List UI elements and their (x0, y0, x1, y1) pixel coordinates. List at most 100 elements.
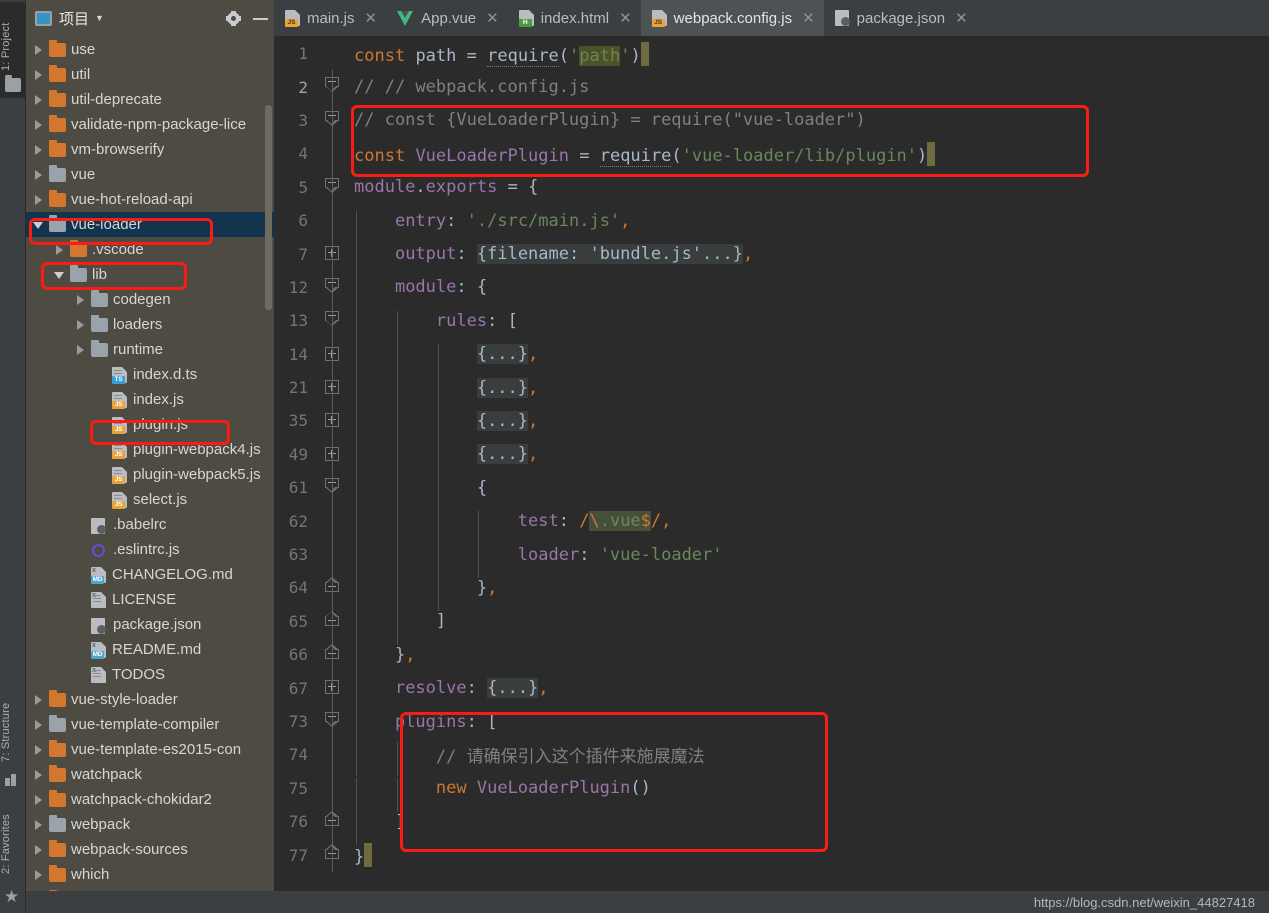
close-icon[interactable]: ✕ (619, 9, 632, 27)
tree-node[interactable]: util-deprecate (26, 87, 274, 112)
editor-gutter[interactable] (314, 537, 354, 572)
editor-tab-main-js[interactable]: JS main.js ✕ (274, 0, 386, 36)
chevron-right-icon[interactable] (32, 768, 45, 781)
editor-gutter[interactable] (314, 370, 354, 405)
chevron-down-icon[interactable] (53, 268, 66, 281)
code-line[interactable]: 74 // 请确保引入这个插件来施展魔法 (274, 738, 1269, 776)
tree-node[interactable]: watchpack-chokidar2 (26, 787, 274, 812)
code-line[interactable]: 35 {...}, (274, 404, 1269, 445)
chevron-right-icon[interactable] (32, 68, 45, 81)
tree-node[interactable]: x LICENSE (26, 587, 274, 612)
editor-gutter[interactable] (314, 571, 354, 605)
editor-tab-bar[interactable]: JS main.js ✕ App.vue ✕ Hindex.html ✕ JS webpack.… (274, 0, 1269, 37)
minimize-icon[interactable] (253, 17, 268, 20)
tree-node[interactable]: .babelrc (26, 512, 274, 537)
editor-tab-index-html[interactable]: Hindex.html ✕ (508, 0, 641, 36)
editor-gutter[interactable] (314, 137, 354, 171)
chevron-right-icon[interactable] (74, 318, 87, 331)
code-line[interactable]: 67 resolve: {...}, (274, 671, 1269, 712)
code-line[interactable]: 64 }, (274, 571, 1269, 612)
tree-node[interactable]: util (26, 62, 274, 87)
chevron-right-icon[interactable] (32, 43, 45, 56)
editor-gutter[interactable] (314, 404, 354, 438)
tree-node[interactable]: use (26, 37, 274, 62)
editor-gutter[interactable] (314, 270, 354, 305)
project-tree[interactable]: use util util-deprecate validate-npm-packag… (26, 37, 274, 913)
code-line[interactable]: 3 // const {VueLoaderPlugin} = require("v… (274, 103, 1269, 138)
editor-gutter[interactable] (314, 704, 354, 739)
tree-node[interactable]: TS index.d.ts (26, 362, 274, 387)
editor-tab-package-json[interactable]: package.json ✕ (824, 0, 977, 36)
code-line[interactable]: 7 output: {filename: 'bundle.js'...}, (274, 237, 1269, 278)
chevron-right-icon[interactable] (74, 293, 87, 306)
editor-gutter[interactable] (314, 237, 354, 271)
tree-node[interactable]: JS plugin-webpack5.js (26, 462, 274, 487)
chevron-right-icon[interactable] (32, 93, 45, 106)
code-line[interactable]: 21 {...}, (274, 370, 1269, 411)
tree-node[interactable]: .eslintrc.js (26, 537, 274, 562)
editor-gutter[interactable] (314, 203, 354, 238)
tree-node[interactable]: codegen (26, 287, 274, 312)
tree-node[interactable]: vue (26, 162, 274, 187)
code-line[interactable]: 12 module: { (274, 270, 1269, 311)
editor-gutter[interactable] (314, 771, 354, 805)
close-icon[interactable]: ✕ (955, 9, 968, 27)
code-line[interactable]: 66 }, (274, 638, 1269, 679)
editor-gutter[interactable] (314, 170, 354, 204)
tree-node[interactable]: package.json (26, 612, 274, 637)
tree-node[interactable]: x MD README.md (26, 637, 274, 662)
editor-gutter[interactable] (314, 738, 354, 772)
editor-gutter[interactable] (314, 337, 354, 371)
editor-gutter[interactable] (314, 804, 354, 839)
chevron-down-icon[interactable] (32, 218, 45, 231)
editor-gutter[interactable] (314, 37, 354, 70)
chevron-right-icon[interactable] (32, 843, 45, 856)
editor-gutter[interactable] (314, 671, 354, 705)
code-line[interactable]: 13 rules: [ (274, 304, 1269, 345)
tool-tab-structure[interactable]: 7: Structure (0, 686, 26, 778)
code-line[interactable]: 63 loader: 'vue-loader' (274, 537, 1269, 578)
tree-node[interactable]: vue-template-es2015-con (26, 737, 274, 762)
tree-node[interactable]: .vscode (26, 237, 274, 262)
editor-gutter[interactable] (314, 504, 354, 538)
editor-tab-App-vue[interactable]: App.vue ✕ (386, 0, 508, 36)
tree-node[interactable]: JS select.js (26, 487, 274, 512)
chevron-right-icon[interactable] (32, 818, 45, 831)
code-line[interactable]: 2 // // webpack.config.js (274, 70, 1269, 104)
code-line[interactable]: 73 plugins: [ (274, 704, 1269, 745)
tree-node[interactable]: runtime (26, 337, 274, 362)
editor-gutter[interactable] (314, 103, 354, 138)
tree-node[interactable]: JS plugin-webpack4.js (26, 437, 274, 462)
tree-node[interactable]: vm-browserify (26, 137, 274, 162)
code-line[interactable]: 75 new VueLoaderPlugin() (274, 771, 1269, 812)
chevron-right-icon[interactable] (32, 793, 45, 806)
close-icon[interactable]: ✕ (365, 9, 378, 27)
editor-tab-webpack-config-js[interactable]: JS webpack.config.js ✕ (640, 0, 824, 36)
gear-icon[interactable] (226, 11, 241, 26)
code-line[interactable]: 62 test: /\.vue$/, (274, 504, 1269, 545)
code-line[interactable]: 65 ] (274, 604, 1269, 645)
chevron-right-icon[interactable] (32, 868, 45, 881)
tree-node[interactable]: vue-style-loader (26, 687, 274, 712)
code-line[interactable]: 49 {...}, (274, 437, 1269, 478)
code-line[interactable]: 14 {...}, (274, 337, 1269, 378)
chevron-right-icon[interactable] (32, 693, 45, 706)
close-icon[interactable]: ✕ (486, 9, 499, 27)
code-line[interactable]: 76 ] (274, 804, 1269, 846)
editor-gutter[interactable] (314, 638, 354, 672)
tree-node[interactable]: which (26, 862, 274, 887)
chevron-right-icon[interactable] (32, 193, 45, 206)
tree-node[interactable]: vue-hot-reload-api (26, 187, 274, 212)
code-line[interactable]: 6 entry: './src/main.js', (274, 203, 1269, 245)
tree-node[interactable]: validate-npm-package-lice (26, 112, 274, 137)
chevron-down-icon[interactable]: ▼ (95, 14, 104, 23)
editor-gutter[interactable] (314, 471, 354, 505)
chevron-right-icon[interactable] (32, 718, 45, 731)
tree-node[interactable]: x TODOS (26, 662, 274, 687)
editor-gutter[interactable] (314, 304, 354, 338)
tree-node[interactable]: webpack (26, 812, 274, 837)
tree-node[interactable]: lib (26, 262, 274, 287)
code-line[interactable]: 4 const VueLoaderPlugin = require('vue-lo… (274, 137, 1269, 171)
tool-tab-favorites[interactable]: 2: Favorites (0, 800, 26, 888)
editor-gutter[interactable] (314, 70, 354, 104)
